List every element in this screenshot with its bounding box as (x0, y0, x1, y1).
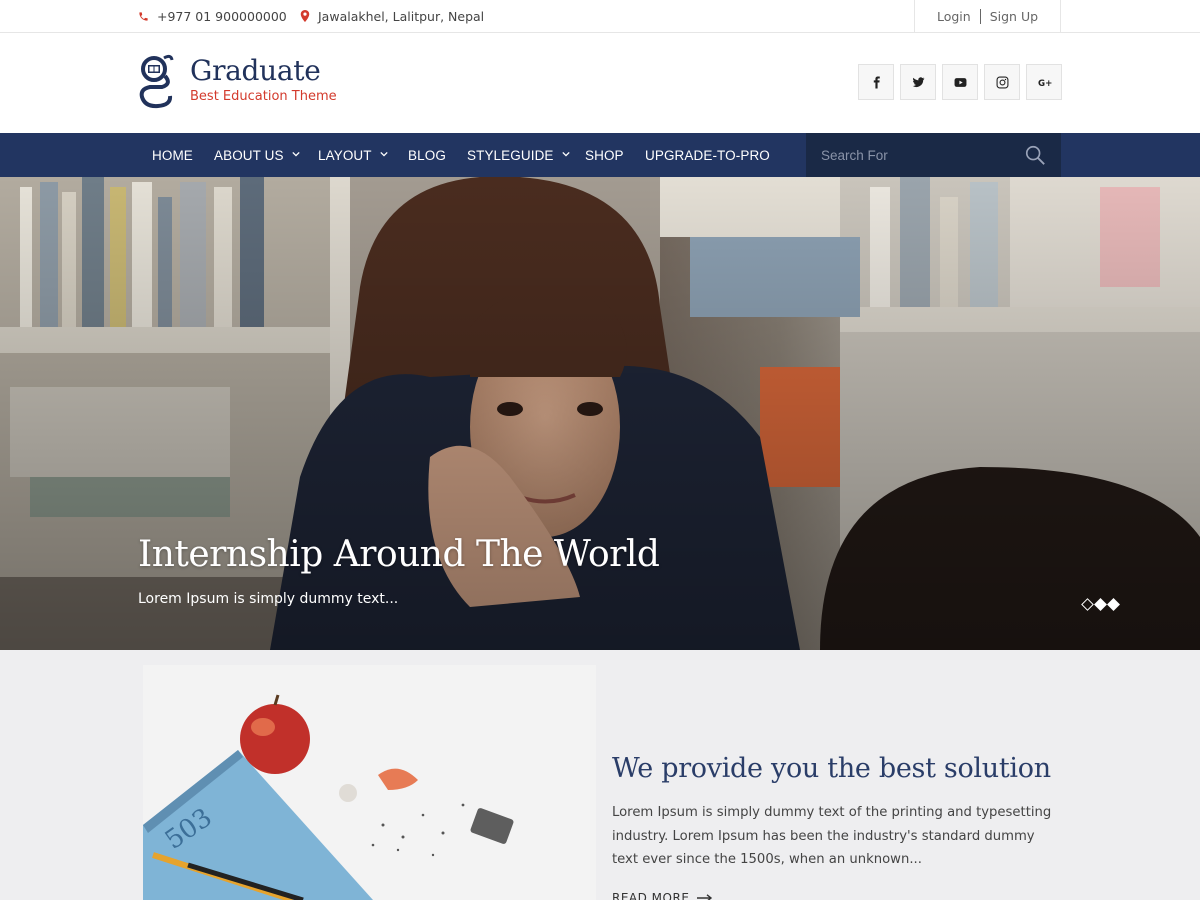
nav-layout[interactable]: LAYOUT (318, 133, 388, 177)
hero-title[interactable]: Internship Around The World (138, 534, 660, 575)
contact-phone[interactable]: +977 01 900000000 (138, 0, 287, 32)
slider-dot-3[interactable] (1107, 598, 1120, 611)
site-title[interactable]: Graduate (190, 54, 321, 87)
feature-photo: 503 (143, 665, 596, 900)
nav-shop-label: SHOP (585, 147, 624, 163)
nav-home-label: HOME (152, 147, 193, 163)
slider-dots (1081, 598, 1120, 611)
facebook-icon (873, 76, 880, 88)
read-more-label: READ MORE (612, 891, 690, 900)
nav-blog[interactable]: BLOG (408, 133, 446, 177)
feature-text: Lorem Ipsum is simply dummy text of the … (612, 805, 1052, 867)
arrow-right-icon (697, 894, 713, 900)
youtube-link[interactable] (942, 64, 978, 100)
chevron-down-icon (291, 151, 300, 157)
nav-upgrade-to-pro[interactable]: UPGRADE-TO-PRO (645, 133, 770, 177)
search-input[interactable] (821, 147, 1011, 163)
nav-about-us-label: ABOUT US (214, 147, 284, 163)
svg-text:G+: G+ (1038, 78, 1052, 88)
nav-upgrade-label: UPGRADE-TO-PRO (645, 147, 770, 163)
nav-home[interactable]: HOME (152, 133, 193, 177)
slider-dot-1[interactable] (1081, 598, 1094, 611)
phone-number: +977 01 900000000 (157, 8, 287, 24)
search-icon[interactable] (1024, 144, 1046, 166)
site-header: Graduate Best Education Theme G+ (0, 33, 1200, 133)
nav-shop[interactable]: SHOP (585, 133, 624, 177)
nav-layout-label: LAYOUT (318, 147, 372, 163)
twitter-icon (912, 76, 924, 87)
main-nav: HOME ABOUT US LAYOUT BLOG STYLEGUIDE SHO… (0, 133, 1200, 177)
logo-icon[interactable] (138, 51, 174, 109)
nav-about-us[interactable]: ABOUT US (214, 133, 300, 177)
nav-styleguide[interactable]: STYLEGUIDE (467, 133, 570, 177)
address-text: Jawalakhel, Lalitpur, Nepal (318, 8, 485, 24)
hero-slider (0, 177, 1200, 650)
signup-link[interactable]: Sign Up (990, 9, 1038, 24)
youtube-icon (954, 77, 966, 87)
top-bar: +977 01 900000000 Jawalakhel, Lalitpur, … (0, 0, 1200, 33)
auth-links: Login Sign Up (914, 0, 1061, 32)
feature-image: 503 (143, 665, 596, 900)
map-pin-icon (300, 10, 310, 22)
chevron-down-icon (379, 151, 388, 157)
read-more-link[interactable]: READ MORE (612, 891, 713, 900)
slider-dot-2[interactable] (1094, 598, 1107, 611)
instagram-link[interactable] (984, 64, 1020, 100)
instagram-icon (996, 76, 1008, 88)
twitter-link[interactable] (900, 64, 936, 100)
contact-address: Jawalakhel, Lalitpur, Nepal (300, 0, 484, 32)
facebook-link[interactable] (858, 64, 894, 100)
chevron-down-icon (561, 151, 570, 157)
login-link[interactable]: Login (937, 9, 971, 24)
site-tagline: Best Education Theme (190, 89, 337, 104)
google-plus-icon: G+ (1038, 78, 1052, 88)
hero-subtitle: Lorem Ipsum is simply dummy text... (138, 591, 399, 607)
feature-title[interactable]: We provide you the best solution (612, 753, 1051, 784)
nav-styleguide-label: STYLEGUIDE (467, 147, 554, 163)
nav-blog-label: BLOG (408, 147, 446, 163)
nav-search (806, 133, 1061, 177)
google-plus-link[interactable]: G+ (1026, 64, 1062, 100)
auth-divider (979, 8, 981, 24)
hero-photo (0, 177, 1200, 650)
phone-icon (138, 11, 149, 22)
